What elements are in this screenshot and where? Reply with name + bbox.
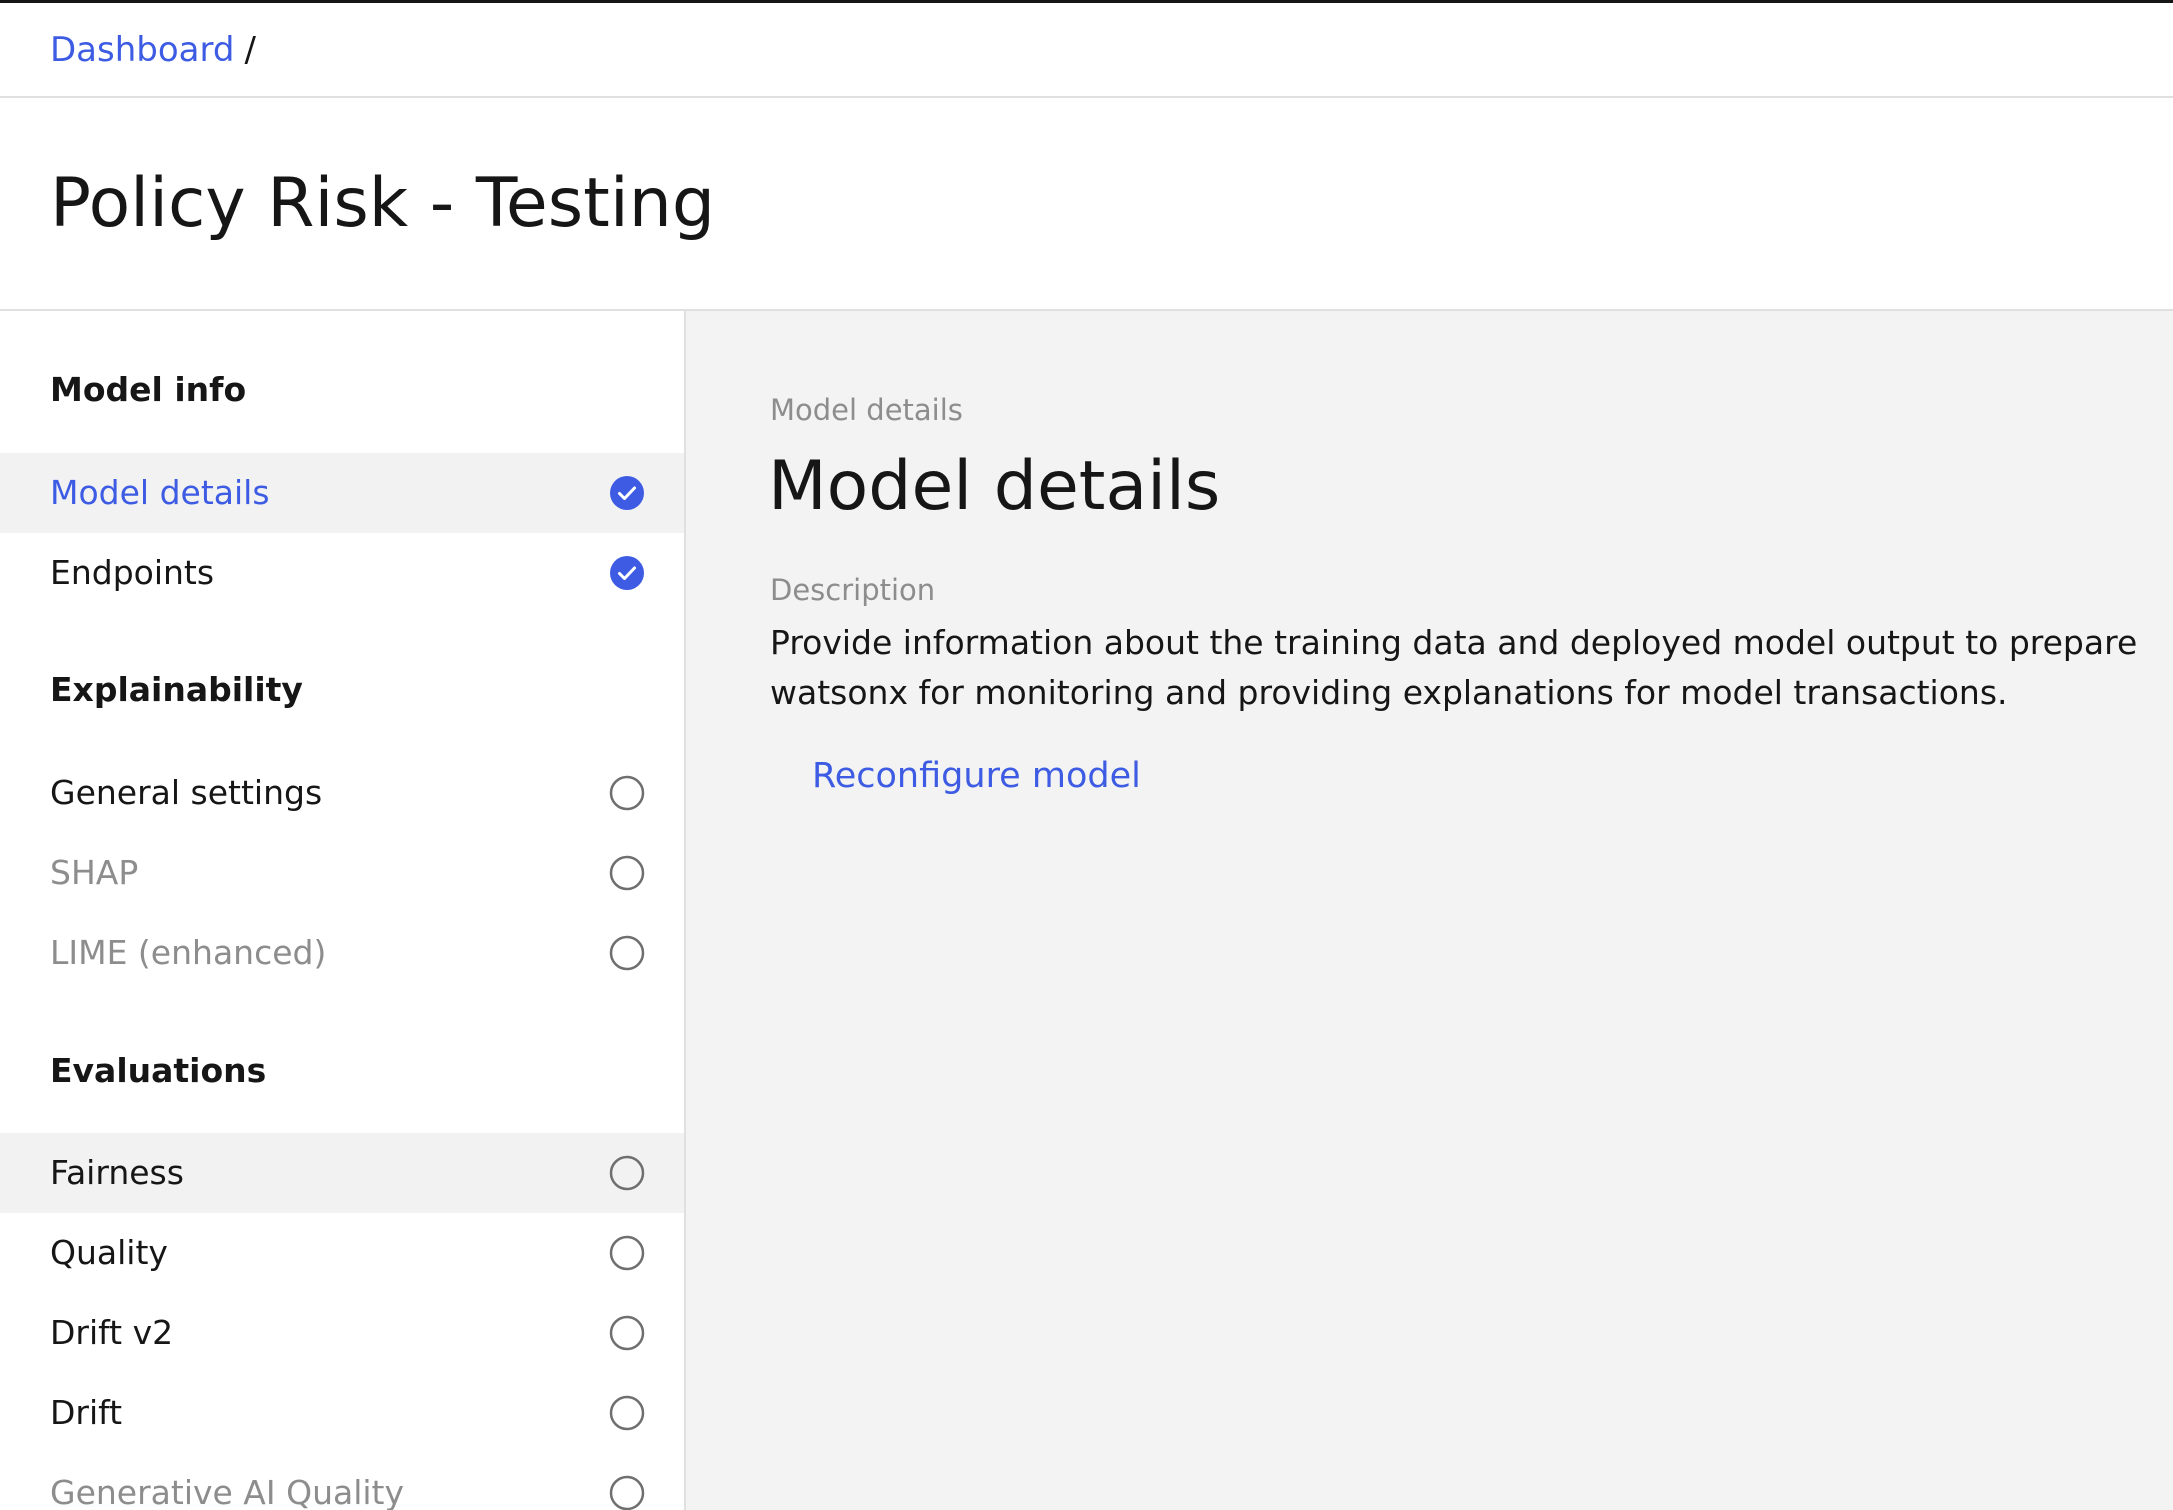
breadcrumb: Dashboard / <box>0 3 2173 98</box>
sidebar-item-shap[interactable]: SHAP <box>0 833 684 913</box>
checkmark-filled-icon <box>610 476 644 510</box>
sidebar-section-model-info: Model info <box>50 370 247 409</box>
sidebar-item-generative-ai-quality[interactable]: Generative AI Quality <box>0 1453 684 1510</box>
sidebar-item-general-settings[interactable]: General settings <box>0 753 684 833</box>
description-text: Provide information about the training d… <box>770 623 2138 712</box>
sidebar-item-label: SHAP <box>50 853 139 892</box>
sidebar-item-drift[interactable]: Drift <box>0 1373 684 1453</box>
sidebar-item-label: General settings <box>50 773 323 812</box>
sidebar-item-label: Quality <box>50 1233 168 1272</box>
sidebar-item-endpoints[interactable]: Endpoints <box>0 533 684 613</box>
checkmark-filled-icon <box>610 556 644 590</box>
reconfigure-model-link[interactable]: Reconfigure model <box>812 756 1141 796</box>
sidebar-section-explainability: Explainability <box>50 670 303 709</box>
sidebar-item-label: Endpoints <box>50 553 215 592</box>
breadcrumb-dashboard-link[interactable]: Dashboard <box>50 30 234 70</box>
description-label: Description <box>770 573 936 607</box>
circle-outline-icon <box>609 775 645 811</box>
circle-outline-icon <box>609 1315 645 1351</box>
circle-outline-icon <box>609 935 645 971</box>
circle-outline-icon <box>609 1395 645 1431</box>
circle-outline-icon <box>609 855 645 891</box>
sidebar-item-label: Fairness <box>50 1153 184 1192</box>
circle-outline-icon <box>609 1235 645 1271</box>
sidebar-item-lime-enhanced[interactable]: LIME (enhanced) <box>0 913 684 993</box>
sidebar-item-label: Model details <box>50 473 270 512</box>
sidebar-item-drift-v2[interactable]: Drift v2 <box>0 1293 684 1373</box>
section-eyebrow: Model details <box>770 393 963 427</box>
sidebar-item-label: Generative AI Quality <box>50 1473 405 1510</box>
sidebar-item-label: LIME (enhanced) <box>50 933 327 972</box>
circle-outline-icon <box>609 1155 645 1191</box>
sidebar-item-label: Drift <box>50 1393 123 1432</box>
page-header: Policy Risk - Testing <box>0 98 2173 311</box>
sidebar-item-model-details[interactable]: Model details <box>0 453 684 533</box>
sidebar-item-label: Drift v2 <box>50 1313 174 1352</box>
breadcrumb-separator: / <box>244 29 256 70</box>
main-title: Model details <box>768 447 1221 526</box>
circle-outline-icon <box>609 1475 645 1510</box>
sidebar-item-fairness[interactable]: Fairness <box>0 1133 684 1213</box>
main-panel: Model details Model details Description … <box>686 311 2173 1510</box>
sidebar-item-quality[interactable]: Quality <box>0 1213 684 1293</box>
page-title: Policy Risk - Testing <box>50 164 715 243</box>
sidebar: Model info Model details Endpoints Expla… <box>0 311 686 1510</box>
sidebar-section-evaluations: Evaluations <box>50 1051 267 1090</box>
